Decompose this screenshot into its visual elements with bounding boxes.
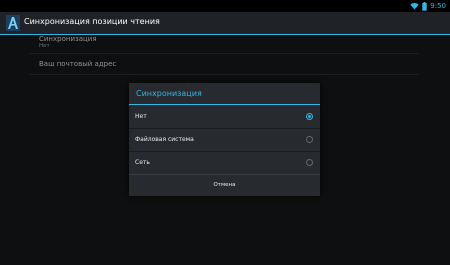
status-icons: 9:50 <box>410 1 446 11</box>
battery-icon <box>422 1 427 11</box>
option-none-radio[interactable] <box>306 113 313 120</box>
action-bar: Синхронизация позиции чтения <box>0 12 450 35</box>
option-network-label: Сеть <box>135 159 150 166</box>
option-filesystem-radio[interactable] <box>306 136 313 143</box>
sync-dialog: Синхронизация Нет Файловая система Сеть … <box>129 83 320 196</box>
page-title: Синхронизация позиции чтения <box>24 17 160 26</box>
status-bar: 9:50 <box>0 0 450 12</box>
wifi-icon <box>410 2 419 10</box>
option-network-radio[interactable] <box>306 159 313 166</box>
option-filesystem-label: Файловая система <box>135 136 194 143</box>
dialog-title: Синхронизация <box>136 89 202 98</box>
cancel-button[interactable]: Отмена <box>129 174 320 197</box>
app-icon[interactable] <box>6 15 20 31</box>
option-network[interactable]: Сеть <box>129 151 320 175</box>
option-filesystem[interactable]: Файловая система <box>129 128 320 152</box>
option-none[interactable]: Нет <box>129 105 320 129</box>
status-time: 9:50 <box>430 2 446 10</box>
option-none-label: Нет <box>135 113 147 120</box>
